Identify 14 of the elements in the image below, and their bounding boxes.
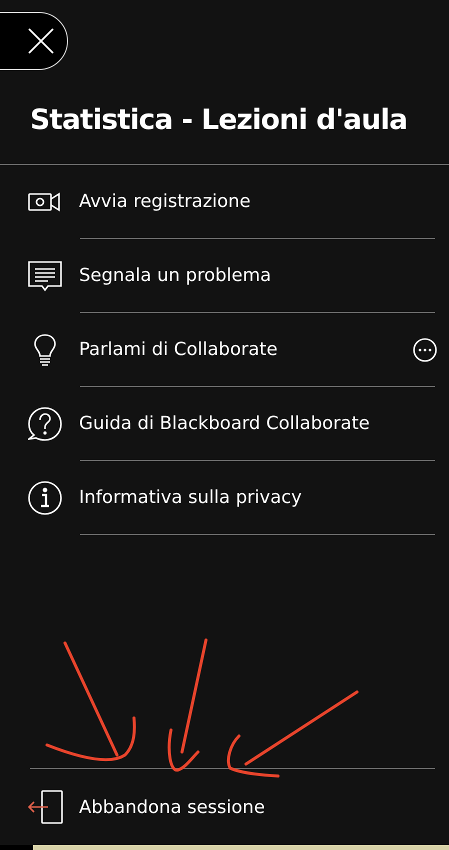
- menu-item[interactable]: Guida di Blackboard Collaborate: [0, 387, 449, 460]
- close-button[interactable]: [0, 12, 68, 70]
- leave-session-button[interactable]: Abbandona sessione: [0, 769, 449, 845]
- menu-item[interactable]: Informativa sulla privacy: [0, 461, 449, 534]
- close-icon: [27, 27, 55, 55]
- help-icon: [28, 406, 62, 440]
- message-icon: [28, 258, 62, 292]
- exit-door-icon: [28, 790, 64, 824]
- more-icon[interactable]: [413, 338, 437, 362]
- menu-item[interactable]: Parlami di Collaborate: [0, 313, 449, 386]
- session-title: Statistica - Lezioni d'aula: [30, 102, 408, 138]
- menu-item[interactable]: Segnala un problema: [0, 239, 449, 312]
- menu-item[interactable]: Avvia registrazione: [0, 165, 449, 238]
- info-icon: [28, 480, 62, 514]
